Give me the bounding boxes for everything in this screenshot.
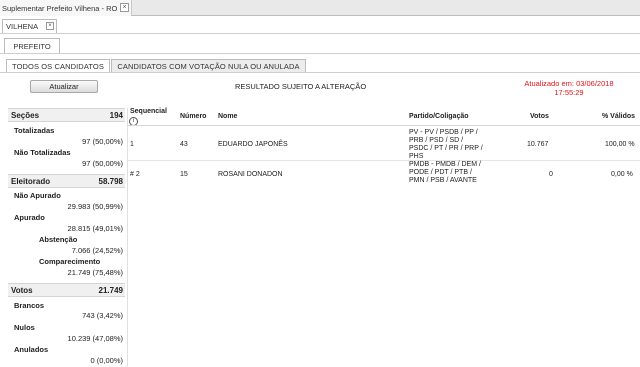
divider: [0, 72, 640, 73]
row-party: PV - PV / PSDB / PP / PRB / PSD / SD / P…: [409, 129, 495, 161]
tab-null-candidates[interactable]: CANDIDATOS COM VOTAÇÃO NULA OU ANULADA: [111, 59, 306, 72]
sections-label: Seções: [11, 110, 40, 120]
close-icon[interactable]: ×: [120, 3, 129, 12]
divider: [0, 33, 640, 34]
annulled-votes-label: Anulados: [14, 345, 49, 354]
sections-header: Seções 194: [8, 108, 125, 122]
blank-votes-label: Brancos: [14, 301, 45, 310]
blank-votes-value: 743 (3,42%): [82, 311, 123, 320]
col-header-party[interactable]: Partido/Coligação: [409, 113, 469, 120]
row-votes: 0: [549, 171, 553, 178]
row-seq: 1: [130, 141, 134, 148]
row-party-line: PODE / PDT / PTB /: [409, 169, 472, 176]
table-row[interactable]: # 2 15 ROSANI DONADON PMDB - PMDB / DEM …: [128, 161, 640, 188]
not-counted-label: Não Apurado: [14, 191, 61, 200]
votes-header: Votos 21.749: [8, 283, 125, 297]
tab-office-label: PREFEITO: [13, 41, 51, 51]
window-tab-title: Suplementar Prefeito Vilhena - RO: [2, 3, 118, 13]
tab-all-candidates[interactable]: TODOS OS CANDIDATOS: [6, 59, 110, 72]
sections-value: 194: [109, 110, 123, 120]
not-totalized-label: Não Totalizadas: [14, 148, 71, 157]
table-row[interactable]: 1 43 EDUARDO JAPONÊS PV - PV / PSDB / PP…: [128, 126, 640, 160]
tab-all-candidates-label: TODOS OS CANDIDATOS: [12, 61, 104, 71]
candidates-table: Sequencial i Número Nome Partido/Coligaç…: [127, 108, 640, 367]
tab-city[interactable]: VILHENA ×: [2, 19, 57, 33]
row-party-line: PMN / PSB / AVANTE: [409, 177, 477, 184]
row-votes: 10.767: [527, 141, 549, 148]
row-name: EDUARDO JAPONÊS: [218, 141, 288, 148]
totalized-label: Totalizadas: [14, 126, 55, 135]
col-header-name[interactable]: Nome: [218, 113, 237, 120]
votes-value: 21.749: [98, 285, 123, 295]
row-party-line: PRB / PSD / SD /: [409, 137, 464, 144]
update-button[interactable]: Atualizar: [30, 80, 98, 93]
null-votes-value: 10.239 (47,08%): [67, 334, 123, 343]
col-header-sequencial[interactable]: Sequencial: [130, 108, 167, 115]
close-icon[interactable]: ×: [46, 22, 54, 30]
not-counted-value: 29.983 (50,99%): [67, 202, 123, 211]
votes-label: Votos: [11, 285, 33, 295]
electorate-value: 58.798: [98, 176, 123, 186]
tab-office[interactable]: PREFEITO: [4, 38, 60, 53]
annulled-votes-value: 0 (0,00%): [90, 356, 123, 365]
totalized-value: 97 (50,00%): [82, 137, 123, 146]
window-tab-bar: Suplementar Prefeito Vilhena - RO ×: [0, 0, 640, 16]
col-header-number[interactable]: Número: [180, 113, 206, 120]
row-party-line: PMDB - PMDB / DEM /: [409, 161, 481, 168]
row-name: ROSANI DONADON: [218, 171, 283, 178]
row-number: 15: [180, 171, 188, 178]
last-updated-date: Atualizado em: 03/06/2018: [524, 79, 614, 88]
row-party-line: PV - PV / PSDB / PP /: [409, 129, 478, 136]
row-valid-pct: 100,00 %: [605, 141, 635, 148]
row-seq: # 2: [130, 171, 140, 178]
null-votes-label: Nulos: [14, 323, 35, 332]
last-updated: Atualizado em: 03/06/2018 17:55:29: [510, 79, 628, 97]
tab-null-candidates-label: CANDIDATOS COM VOTAÇÃO NULA OU ANULADA: [117, 61, 300, 71]
summary-panel: Seções 194 Totalizadas 97 (50,00%) Não T…: [8, 108, 125, 367]
counted-label: Apurado: [14, 213, 45, 222]
subject-to-change-note: RESULTADO SUJEITO A ALTERAÇÃO: [235, 82, 367, 91]
turnout-value: 21.749 (75,48%): [67, 268, 123, 277]
counted-value: 28.815 (49,01%): [67, 224, 123, 233]
electorate-label: Eleitorado: [11, 176, 51, 186]
row-party: PMDB - PMDB / DEM / PODE / PDT / PTB / P…: [409, 161, 495, 185]
last-updated-time: 17:55:29: [554, 88, 584, 97]
not-totalized-value: 97 (50,00%): [82, 159, 123, 168]
window-tab[interactable]: Suplementar Prefeito Vilhena - RO ×: [0, 0, 132, 16]
row-valid-pct: 0,00 %: [611, 171, 633, 178]
col-header-valid-pct[interactable]: % Válidos: [602, 113, 635, 120]
electorate-header: Eleitorado 58.798: [8, 174, 125, 188]
tab-city-label: VILHENA: [6, 22, 39, 31]
abstention-value: 7.066 (24,52%): [71, 246, 123, 255]
col-header-votes[interactable]: Votos: [530, 113, 549, 120]
row-party-line: PSDC / PT / PR / PRP /: [409, 145, 483, 152]
turnout-label: Comparecimento: [39, 257, 101, 266]
divider: [0, 53, 640, 54]
row-number: 43: [180, 141, 188, 148]
abstention-label: Abstenção: [39, 235, 78, 244]
